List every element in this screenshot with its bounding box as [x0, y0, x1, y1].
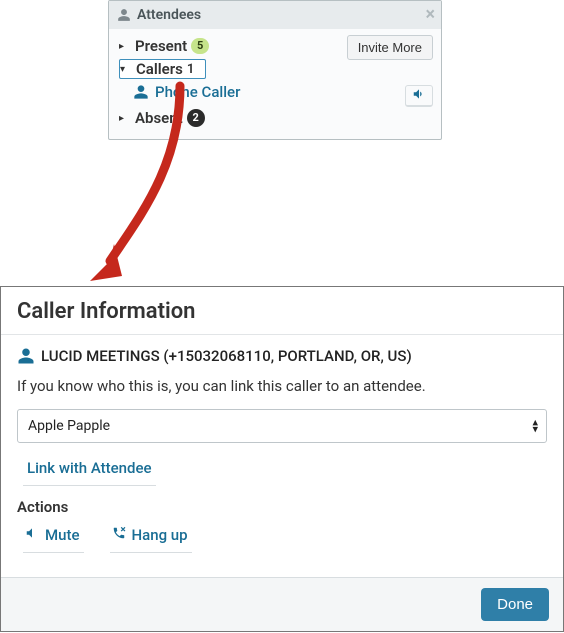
present-count-badge: 5: [191, 38, 209, 54]
dialog-title: Caller Information: [1, 287, 563, 335]
dialog-footer: Done: [1, 577, 563, 631]
invite-more-button[interactable]: Invite More: [347, 35, 433, 60]
attendees-header: Attendees ×: [109, 1, 441, 29]
caller-display-text: LUCID MEETINGS (+15032068110, PORTLAND, …: [41, 347, 412, 365]
actions-heading: Actions: [17, 498, 547, 516]
attendee-select[interactable]: Apple Papple ▴▾: [17, 409, 547, 443]
phone-hangup-icon: [112, 526, 126, 544]
caller-display-line: LUCID MEETINGS (+15032068110, PORTLAND, …: [17, 347, 547, 365]
group-absent-label: Absent: [135, 109, 183, 127]
caller-info-dialog: Caller Information LUCID MEETINGS (+1503…: [0, 286, 564, 632]
dialog-body: LUCID MEETINGS (+15032068110, PORTLAND, …: [1, 335, 563, 577]
select-caret-icon: ▴▾: [532, 419, 538, 432]
caller-name: Phone Caller: [155, 83, 240, 101]
person-icon: [17, 347, 35, 365]
caller-audio-button[interactable]: [405, 85, 433, 107]
done-button[interactable]: Done: [481, 588, 549, 621]
hangup-button[interactable]: Hang up: [110, 522, 192, 553]
callers-count-badge: 1: [187, 62, 201, 77]
chevron-right-icon: ▸: [119, 113, 131, 124]
attendee-select-value: Apple Papple: [28, 418, 110, 434]
caller-list-item[interactable]: Phone Caller: [109, 81, 441, 107]
group-present-label: Present: [135, 37, 187, 55]
actions-row: Mute Hang up: [17, 522, 547, 553]
attendees-title: Attendees: [137, 7, 201, 23]
speaker-icon: [412, 86, 426, 105]
attendees-body: Invite More ▸ Present 5 ▾ Callers 1 Phon…: [109, 29, 441, 139]
link-with-attendee-button[interactable]: Link with Attendee: [23, 453, 156, 486]
mute-label: Mute: [45, 526, 80, 544]
hangup-label: Hang up: [132, 526, 188, 544]
person-icon: [133, 84, 149, 100]
close-icon[interactable]: ×: [425, 6, 435, 24]
chevron-right-icon: ▸: [119, 41, 131, 52]
attendees-icon: [117, 8, 131, 22]
mute-icon: [25, 526, 39, 544]
group-absent[interactable]: ▸ Absent 2: [109, 107, 441, 129]
absent-count-badge: 2: [187, 109, 205, 127]
group-callers-label: Callers: [136, 60, 183, 78]
group-callers[interactable]: ▾ Callers 1: [109, 57, 441, 81]
chevron-down-icon: ▾: [120, 64, 132, 75]
mute-button[interactable]: Mute: [23, 522, 84, 553]
dialog-help-text: If you know who this is, you can link th…: [17, 377, 547, 395]
attendees-panel: Attendees × Invite More ▸ Present 5 ▾ Ca…: [108, 0, 442, 140]
